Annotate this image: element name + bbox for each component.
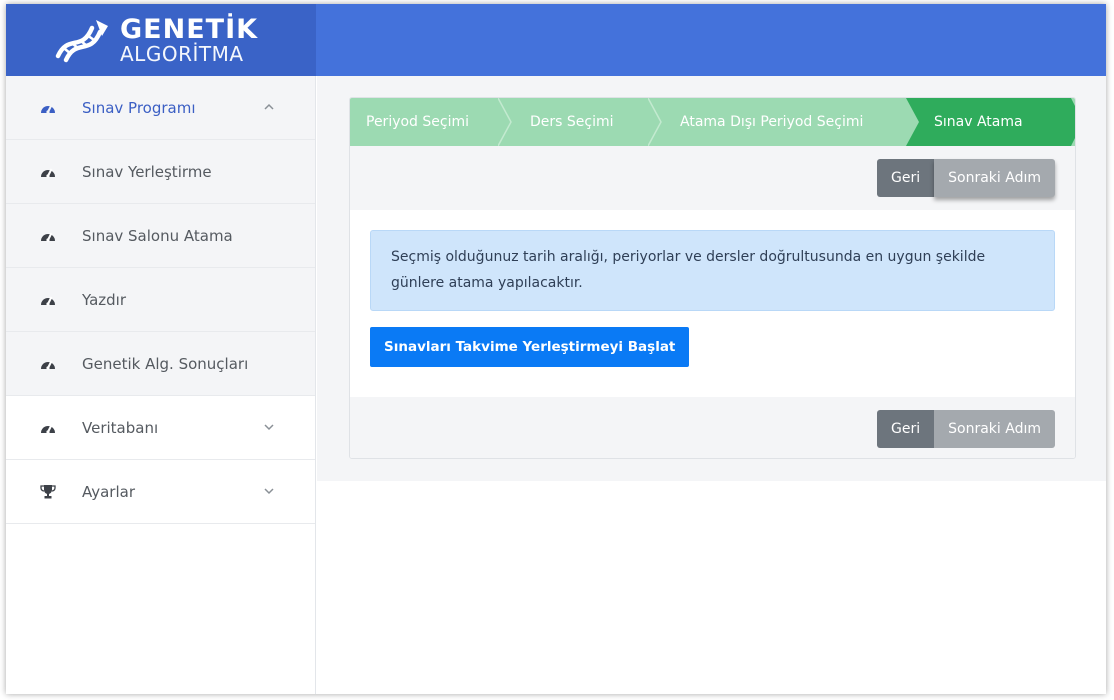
sidebar-item-yazdir[interactable]: Yazdır [6, 268, 315, 332]
dashboard-icon [40, 356, 56, 372]
back-button[interactable]: Geri [877, 410, 935, 448]
active-step-notch [906, 98, 919, 146]
sidebar-item-veritabani[interactable]: Veritabanı [6, 396, 315, 460]
logo-title: GENETİK [120, 14, 259, 45]
sidebar-item-label: Yazdır [82, 290, 127, 309]
sidebar-item-label: Genetik Alg. Sonuçları [82, 354, 249, 373]
step-separator [498, 98, 512, 146]
chevron-up-icon [264, 103, 274, 110]
dashboard-icon [40, 292, 56, 308]
sidebar-item-label: Veritabanı [82, 418, 159, 437]
dashboard-icon [40, 164, 56, 180]
back-button[interactable]: Geri [877, 159, 935, 197]
chevron-down-icon [264, 488, 274, 495]
sidebar: Sınav Programı Sınav Yerleştirme Sınav S… [6, 76, 316, 694]
top-bar [316, 4, 1106, 76]
logo[interactable]: GENETİK ALGORİTMA [6, 4, 316, 76]
sidebar-item-sinav-programi[interactable]: Sınav Programı [6, 76, 315, 140]
top-actions: Geri Sonraki Adım [350, 146, 1075, 210]
active-step-arrow [1071, 98, 1075, 146]
next-step-button[interactable]: Sonraki Adım [934, 159, 1055, 197]
dashboard-icon [40, 100, 56, 116]
step-label: Periyod Seçimi [366, 114, 470, 130]
step-label: Ders Seçimi [530, 114, 614, 130]
sidebar-item-label: Sınav Programı [82, 98, 196, 117]
dashboard-icon [40, 420, 56, 436]
trophy-icon [40, 484, 56, 500]
bottom-actions: Geri Sonraki Adım [350, 397, 1075, 458]
dna-icon [55, 20, 108, 63]
sidebar-item-label: Sınav Salonu Atama [82, 226, 233, 245]
wizard-card: Periyod Seçimi Ders Seçimi Atama Dışı Pe… [349, 97, 1076, 459]
step-label: Atama Dışı Periyod Seçimi [680, 114, 864, 130]
start-placement-button[interactable]: Sınavları Takvime Yerleştirmeyi Başlat [370, 327, 690, 367]
chevron-down-icon [264, 424, 274, 431]
step-label: Sınav Atama [934, 114, 1023, 130]
sidebar-item-genetik-alg-sonuclari[interactable]: Genetik Alg. Sonuçları [6, 332, 315, 396]
wizard-step-atama-disi-periyod-secimi[interactable]: Atama Dışı Periyod Seçimi [650, 98, 908, 146]
sidebar-item-sinav-yerlestirme[interactable]: Sınav Yerleştirme [6, 140, 315, 204]
wizard-step-sinav-atama[interactable]: Sınav Atama [906, 98, 1071, 146]
sidebar-item-label: Ayarlar [82, 482, 136, 501]
sidebar-item-sinav-salonu-atama[interactable]: Sınav Salonu Atama [6, 204, 315, 268]
wizard-steps: Periyod Seçimi Ders Seçimi Atama Dışı Pe… [350, 98, 1075, 146]
wizard-step-ders-secimi[interactable]: Ders Seçimi [500, 98, 662, 146]
step-content: Seçmiş olduğunuz tarih aralığı, periyorl… [350, 210, 1075, 397]
logo-subtitle: ALGORİTMA [120, 42, 244, 66]
sidebar-item-label: Sınav Yerleştirme [82, 162, 212, 181]
sidebar-item-ayarlar[interactable]: Ayarlar [6, 460, 315, 524]
dashboard-icon [40, 228, 56, 244]
step-separator [648, 98, 662, 146]
app-window: GENETİK ALGORİTMA Sınav Programı Sınav Y… [6, 4, 1106, 694]
info-alert: Seçmiş olduğunuz tarih aralığı, periyorl… [370, 230, 1055, 311]
wizard-step-periyod-secimi[interactable]: Periyod Seçimi [350, 98, 512, 146]
next-step-button[interactable]: Sonraki Adım [934, 410, 1055, 448]
